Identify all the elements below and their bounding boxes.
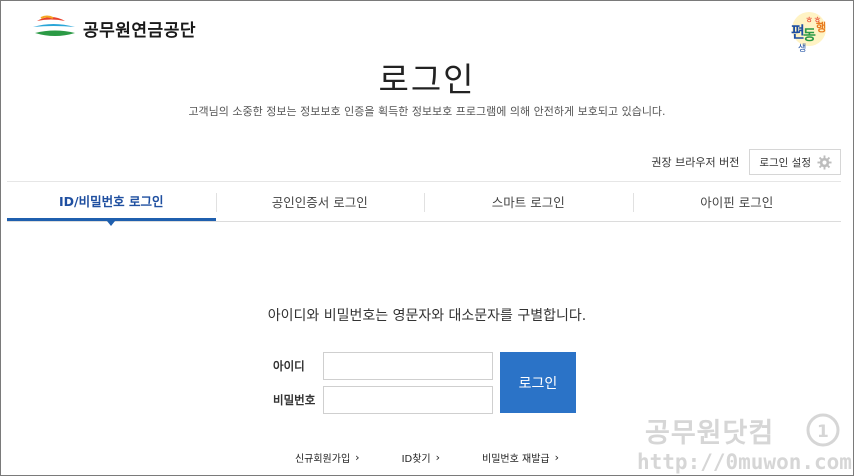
utility-row: 권장 브라우저 버전 로그인 설정 [651,149,841,175]
security-subtitle: 고객님의 소중한 정보는 정보보호 인증을 획득한 정보보호 프로그램에 의해 … [188,105,666,118]
gear-icon [817,154,832,170]
chevron-right-icon: › [435,451,441,464]
case-sensitivity-notice: 아이디와 비밀번호는 영문자와 대소문자를 구별합니다. [267,308,587,324]
watermark-title: 공무원닷컴 [645,418,775,449]
chevron-right-icon: › [554,451,560,464]
svg-text:1: 1 [817,422,829,442]
signup-link[interactable]: 신규회원가입 › [295,450,360,465]
find-id-link-label: ID찾기 [401,454,431,465]
id-row: 아이디 [273,352,493,380]
login-button[interactable]: 로그인 [500,352,576,413]
login-form: 아이디 비밀번호 [273,352,493,420]
watermark-logo-icon: 1 [806,413,840,447]
login-method-tabs: ID/비밀번호 로그인 공인인증서 로그인 스마트 로그인 아이핀 로그인 [7,182,842,226]
login-settings-label: 로그인 설정 [759,156,811,169]
page-frame: 공무원연금공단 편 ㅎㅎ 동 행 생 로그인 고객님의 소중한 정보는 정보보호… [0,0,854,476]
tab-id-password-login[interactable]: ID/비밀번호 로그인 [7,182,216,226]
watermark-url: http://0muwon.com [637,450,852,474]
login-settings-button[interactable]: 로그인 설정 [749,149,841,175]
page-title: 로그인 [378,60,476,99]
chevron-right-icon: › [355,451,360,464]
tab-ipin-login[interactable]: 아이핀 로그인 [632,182,842,221]
geps-logo[interactable]: 공무원연금공단 [31,15,196,41]
logo-mark-icon [33,15,75,36]
tab-certificate-login[interactable]: 공인인증서 로그인 [215,182,425,221]
id-label: 아이디 [273,359,305,373]
signup-link-label: 신규회원가입 [294,454,351,465]
reset-password-link-label: 비밀번호 재발급 [482,454,550,465]
tab-smart-login[interactable]: 스마트 로그인 [424,182,633,221]
reset-password-link[interactable]: 비밀번호 재발급 › [482,450,559,465]
password-row: 비밀번호 [273,386,493,414]
logo-text: 공무원연금공단 [83,20,196,41]
svg-text:동: 동 [803,28,816,44]
id-input[interactable] [323,352,493,380]
campaign-mascot-icon: 편 ㅎㅎ 동 행 생 [791,12,826,54]
svg-text:행: 행 [816,20,826,34]
find-id-link[interactable]: ID찾기 › [402,450,440,465]
password-label: 비밀번호 [273,393,316,407]
recommended-browser-link[interactable]: 권장 브라우저 버전 [651,154,739,170]
password-input[interactable] [323,386,493,414]
